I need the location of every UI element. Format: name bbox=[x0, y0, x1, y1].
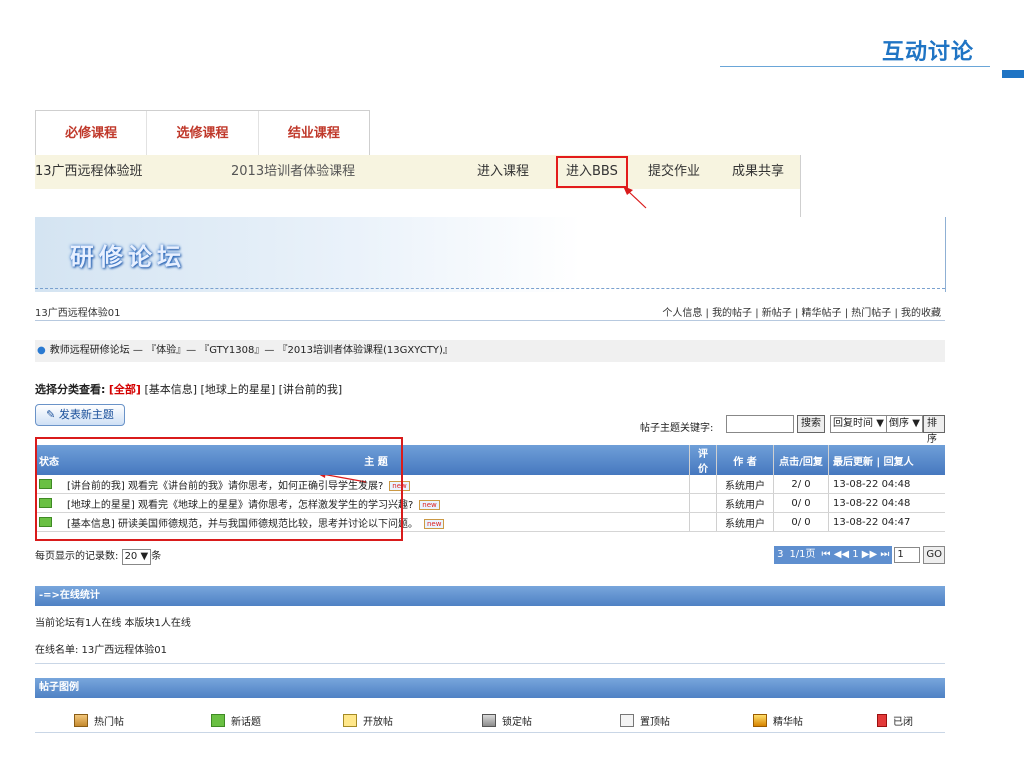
new-topic-label: 发表新主题 bbox=[58, 408, 114, 421]
legend-open: 开放帖 bbox=[343, 713, 393, 728]
last-update-cell: 13-08-22 04:48 bbox=[828, 493, 945, 513]
per-page-control: 每页显示的记录数: 20 ▼ 条 bbox=[35, 547, 161, 565]
open-post-icon bbox=[343, 714, 357, 727]
breadcrumb-text[interactable]: 教师远程研修论坛 — 『体验』— 『GTY1308』— 『2013培训者体验课程… bbox=[50, 345, 453, 356]
rating-cell bbox=[689, 493, 717, 513]
bbs-arrow bbox=[627, 190, 647, 209]
legend-hot: 热门帖 bbox=[74, 713, 124, 728]
category-label: 选择分类查看: bbox=[35, 383, 106, 396]
link-hot-posts[interactable]: 热门帖子 bbox=[851, 308, 891, 319]
bullet-icon: ● bbox=[37, 345, 46, 356]
last-update-cell: 13-08-22 04:48 bbox=[828, 475, 945, 494]
pager-page-input[interactable]: 1 bbox=[894, 547, 921, 563]
clicks-cell: 0/ 0 bbox=[773, 512, 829, 532]
author-cell[interactable]: 系统用户 bbox=[716, 493, 774, 513]
legend-pinned-label: 置顶帖 bbox=[640, 717, 670, 728]
link-profile[interactable]: 个人信息 bbox=[662, 308, 702, 319]
pager-go-button[interactable]: GO bbox=[923, 546, 945, 564]
lock-icon bbox=[482, 714, 496, 727]
online-stats: 当前论坛有1人在线 本版块1人在线 在线名单: 13广西远程体验01 bbox=[35, 608, 945, 664]
legend-new: 新话题 bbox=[211, 713, 261, 728]
sort-field-value: 回复时间 bbox=[833, 418, 873, 429]
legend-closed-label: 已闭 bbox=[893, 717, 913, 728]
topics-highlight-box bbox=[35, 437, 403, 541]
header-author: 作 者 bbox=[716, 445, 774, 475]
link-my-posts[interactable]: 我的帖子 bbox=[712, 308, 752, 319]
new-tag-icon: new bbox=[423, 518, 445, 529]
clicks-cell: 2/ 0 bbox=[773, 475, 829, 494]
header-clicks: 点击/回复 bbox=[773, 445, 829, 475]
legend-pinned: 置顶帖 bbox=[620, 713, 670, 728]
legend-open-label: 开放帖 bbox=[363, 717, 393, 728]
elite-post-icon bbox=[753, 714, 767, 727]
pager: 3 1/1页 ⏮ ◀◀ 1 ▶▶ ⏭ 1 GO bbox=[774, 546, 945, 564]
legend-closed: 已闭 bbox=[877, 713, 913, 728]
forum-banner-title: 研修论坛 bbox=[70, 242, 186, 271]
search-input[interactable] bbox=[726, 415, 794, 433]
per-page-value: 20 bbox=[124, 551, 138, 562]
author-cell[interactable]: 系统用户 bbox=[716, 475, 774, 494]
pin-icon bbox=[620, 714, 634, 727]
new-tag-icon: new bbox=[419, 499, 440, 510]
sort-button[interactable]: 排序 bbox=[923, 415, 945, 445]
sort-order-select[interactable]: 倒序 ▼ bbox=[886, 415, 923, 433]
header-last: 最后更新 | 回复人 bbox=[828, 445, 945, 475]
forum-banner: 研修论坛 bbox=[35, 217, 946, 292]
legend-elite: 精华帖 bbox=[753, 713, 803, 728]
author-cell[interactable]: 系统用户 bbox=[716, 512, 774, 532]
pager-total: 3 bbox=[774, 546, 787, 564]
post-legend: 热门帖 新话题 开放帖 锁定帖 置顶帖 精华帖 已闭 bbox=[35, 707, 945, 733]
search-row: 帖子主题关键字: 搜索 回复时间 ▼ 倒序 ▼ 排序 bbox=[640, 415, 945, 445]
hot-post-icon bbox=[74, 714, 88, 727]
breadcrumb: ● 教师远程研修论坛 — 『体验』— 『GTY1308』— 『2013培训者体验课… bbox=[35, 340, 945, 362]
rating-cell bbox=[689, 475, 717, 494]
pager-page: 1/1页 bbox=[786, 546, 819, 564]
category-all[interactable]: [全部] bbox=[109, 383, 141, 396]
chevron-down-icon: ▼ bbox=[140, 551, 149, 562]
legend-locked: 锁定帖 bbox=[482, 713, 532, 728]
legend-locked-label: 锁定帖 bbox=[502, 717, 532, 728]
rating-cell bbox=[689, 512, 717, 532]
new-topic-button[interactable]: ✎ 发表新主题 bbox=[35, 404, 125, 426]
sort-field-select[interactable]: 回复时间 ▼ bbox=[830, 415, 887, 433]
chevron-down-icon: ▼ bbox=[876, 418, 884, 429]
link-favorites[interactable]: 我的收藏 bbox=[901, 308, 941, 319]
sort-order-value: 倒序 bbox=[889, 418, 909, 429]
category-filter: 选择分类查看: [全部] [基本信息] [地球上的星星] [讲台前的我] bbox=[35, 381, 342, 397]
clicks-cell: 0/ 0 bbox=[773, 493, 829, 513]
legend-elite-label: 精华帖 bbox=[773, 717, 803, 728]
closed-post-icon bbox=[877, 714, 887, 727]
category-others[interactable]: [基本信息] [地球上的星星] [讲台前的我] bbox=[144, 383, 342, 396]
link-elite-posts[interactable]: 精华帖子 bbox=[802, 308, 842, 319]
chevron-down-icon: ▼ bbox=[912, 418, 920, 429]
header-rating: 评价 bbox=[689, 445, 717, 475]
link-new-posts[interactable]: 新帖子 bbox=[762, 308, 792, 319]
username: 13广西远程体验01 bbox=[35, 308, 121, 319]
new-topic-icon bbox=[211, 714, 225, 727]
online-stats-header: -=>在线统计 bbox=[35, 586, 945, 606]
online-list: 在线名单: 13广西远程体验01 bbox=[35, 645, 167, 656]
online-count: 当前论坛有1人在线 本版块1人在线 bbox=[35, 618, 191, 629]
banner-divider bbox=[35, 288, 945, 292]
pager-nav[interactable]: ⏮ ◀◀ 1 ▶▶ ⏭ bbox=[818, 546, 893, 564]
legend-hot-label: 热门帖 bbox=[94, 717, 124, 728]
user-bar: 13广西远程体验01 个人信息 | 我的帖子 | 新帖子 | 精华帖子 | 热门… bbox=[35, 300, 945, 321]
last-update-cell: 13-08-22 04:47 bbox=[828, 512, 945, 532]
per-page-label: 每页显示的记录数: bbox=[35, 551, 119, 562]
pencil-icon: ✎ bbox=[46, 408, 56, 421]
legend-new-label: 新话题 bbox=[231, 717, 261, 728]
legend-header: 帖子图例 bbox=[35, 678, 945, 698]
per-page-select[interactable]: 20 ▼ bbox=[121, 549, 152, 565]
user-links: 个人信息 | 我的帖子 | 新帖子 | 精华帖子 | 热门帖子 | 我的收藏 bbox=[662, 308, 941, 319]
search-label: 帖子主题关键字: bbox=[640, 423, 714, 434]
search-button[interactable]: 搜索 bbox=[797, 415, 825, 433]
per-page-unit: 条 bbox=[151, 551, 162, 562]
